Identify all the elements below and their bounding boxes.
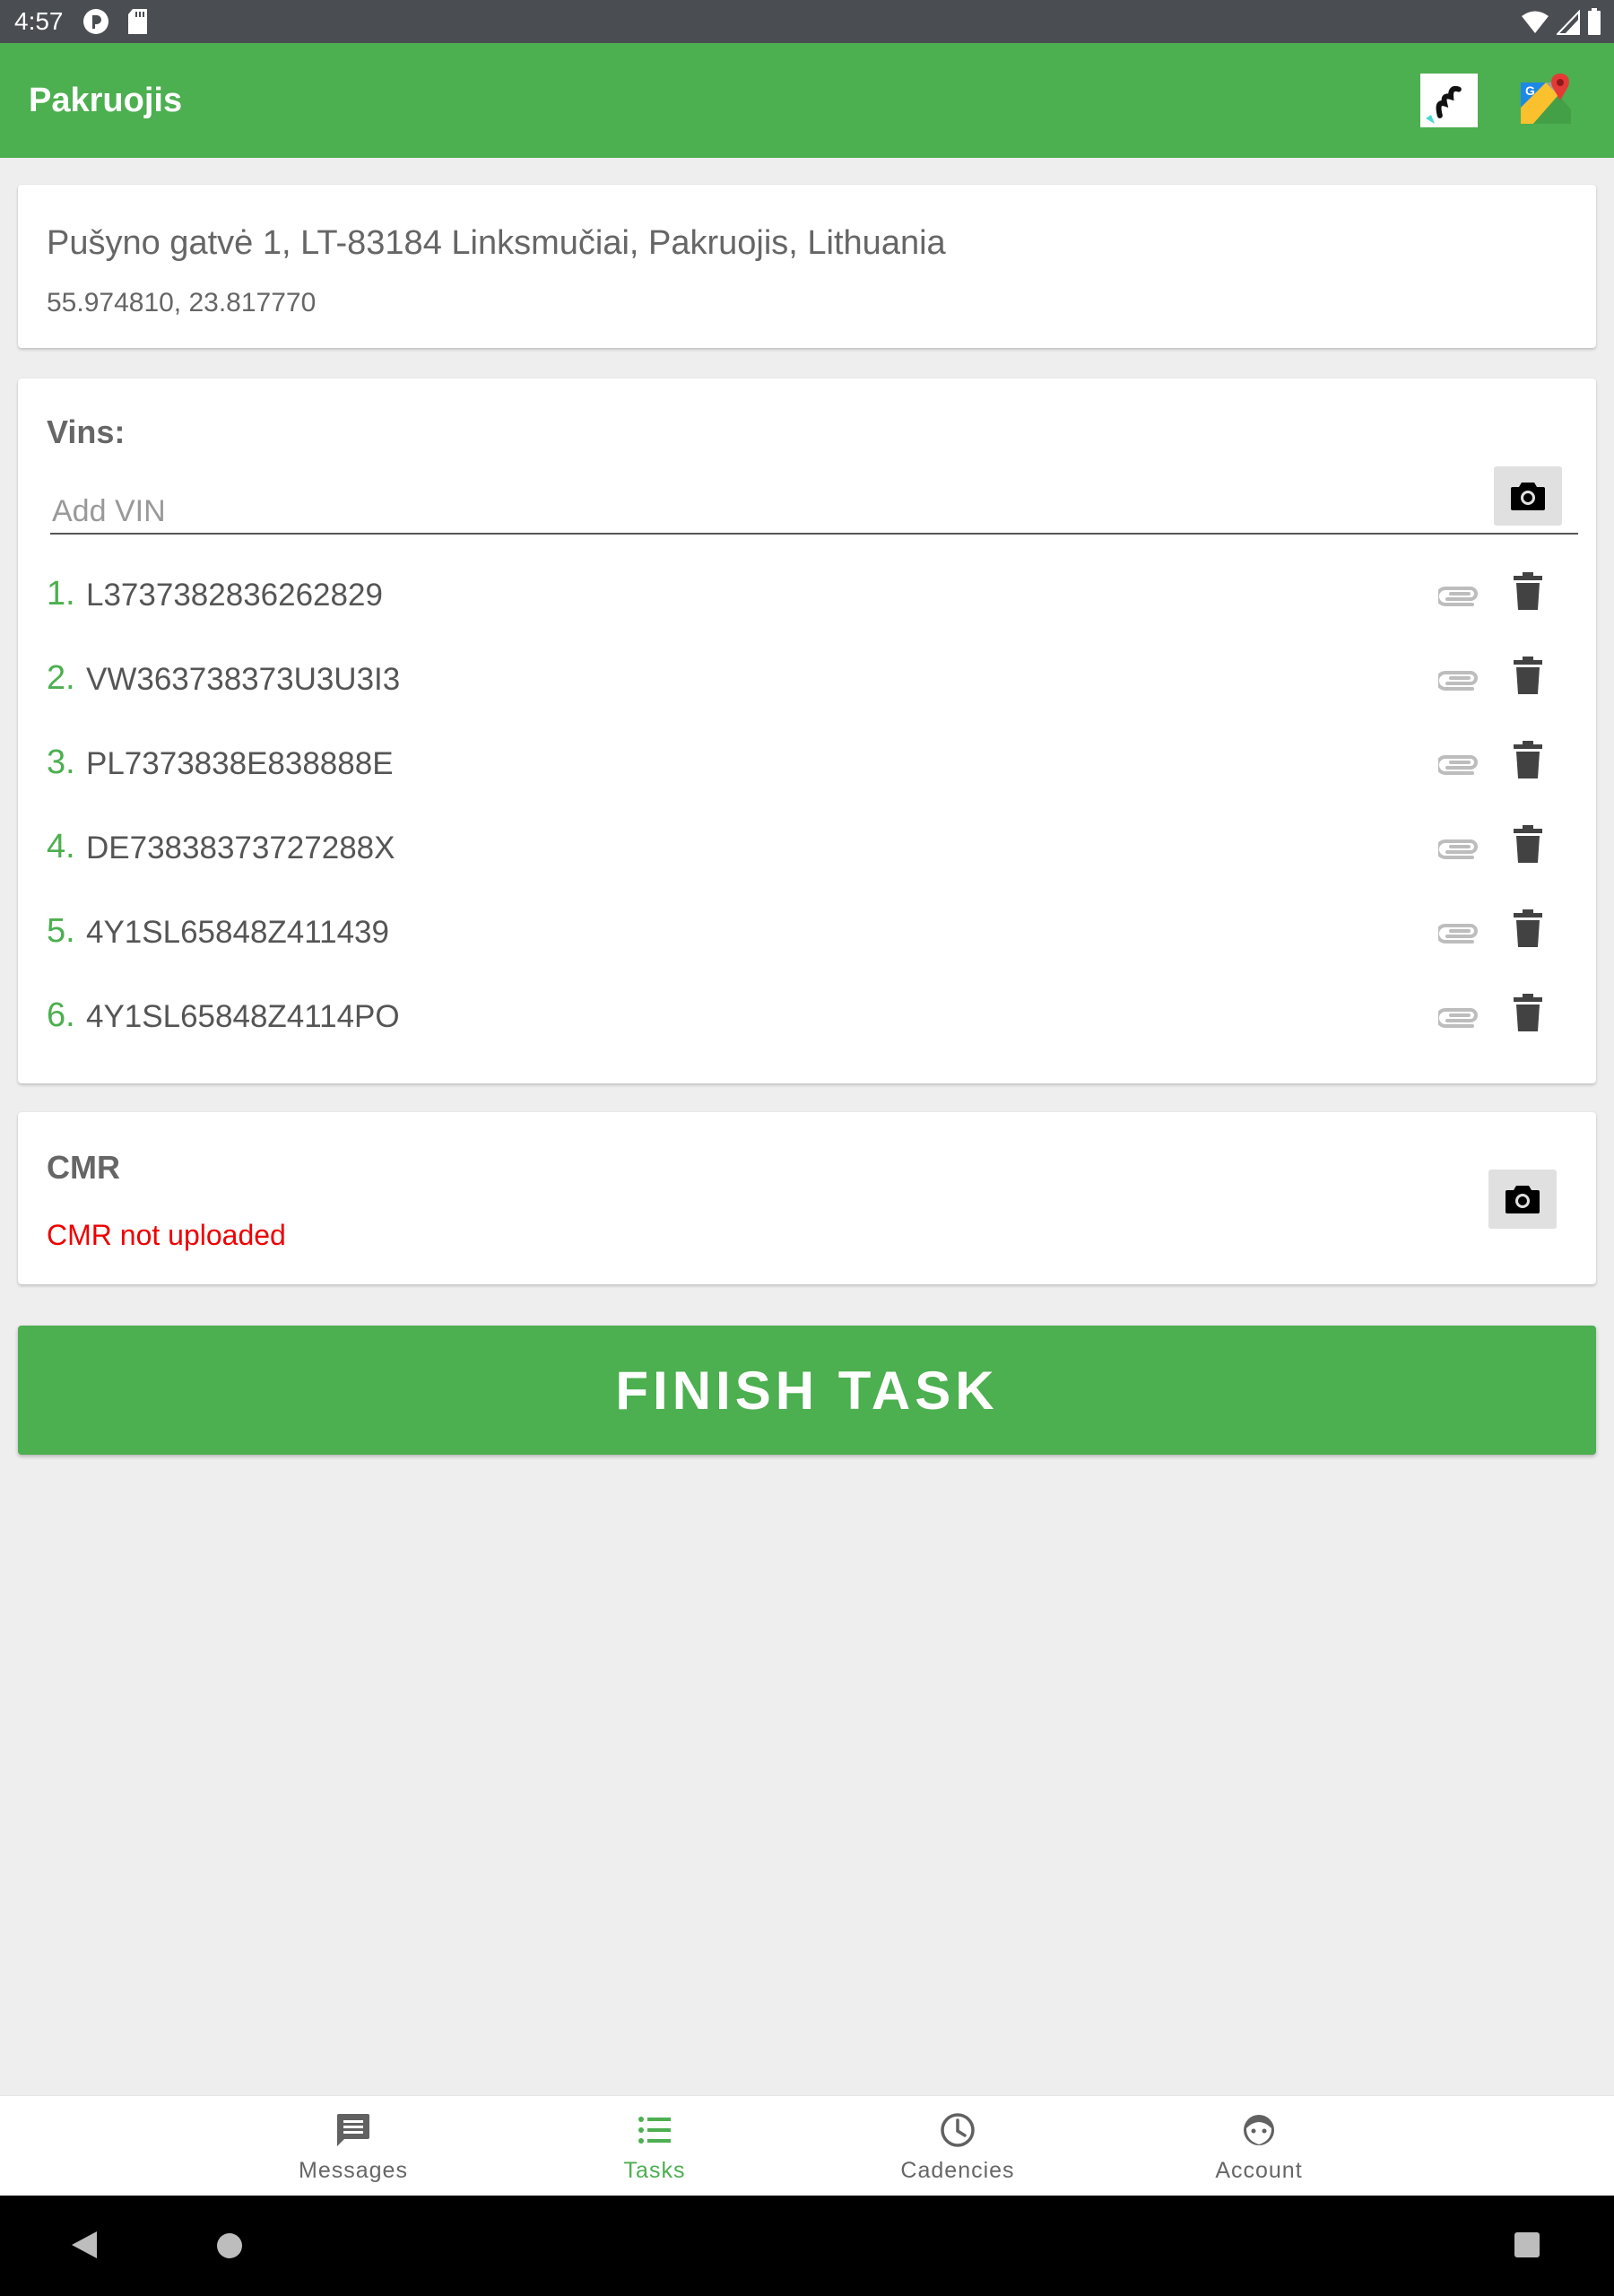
vin-code: L3737382836262829 xyxy=(86,578,383,613)
vin-number: 4. xyxy=(47,828,75,865)
home-icon[interactable] xyxy=(215,2231,244,2260)
vin-list-item: 4. DE73838373727288X xyxy=(18,807,1596,891)
cell-signal-icon xyxy=(1557,10,1580,35)
address-card: Pušyno gatvė 1, LT-83184 Linksmučiai, Pa… xyxy=(18,185,1596,348)
cmr-card: CMR CMR not uploaded xyxy=(18,1112,1596,1284)
nav-item-tasks[interactable]: Tasks xyxy=(565,2096,744,2196)
scan-vin-camera-button[interactable] xyxy=(1494,466,1562,526)
wifi-icon xyxy=(1522,11,1549,33)
list-icon xyxy=(638,2117,671,2144)
nav-label-messages: Messages xyxy=(299,2158,408,2183)
vin-list-item: 3. PL7373838E838888E xyxy=(18,723,1596,807)
clock-icon xyxy=(941,2113,975,2147)
address-coordinates: 55.974810, 23.817770 xyxy=(47,288,317,317)
vin-number: 3. xyxy=(47,744,75,781)
app-bar: Pakruojis G xyxy=(0,43,1614,158)
bottom-navigation: Messages Tasks Cadencies Account xyxy=(0,2095,1614,2196)
vin-number: 6. xyxy=(47,996,75,1034)
vin-code: PL7373838E838888E xyxy=(86,746,394,781)
camera-icon xyxy=(1506,1186,1540,1213)
delete-icon[interactable] xyxy=(1510,739,1546,780)
vin-code: 4Y1SL65848Z411439 xyxy=(86,915,389,950)
notification-app-icon xyxy=(83,9,108,34)
attachment-icon[interactable] xyxy=(1438,911,1480,952)
nav-item-messages[interactable]: Messages xyxy=(264,2096,443,2196)
nav-label-account: Account xyxy=(1215,2158,1303,2183)
vins-card: Vins: 1. L3737382836262829 2. VW36373837… xyxy=(18,378,1596,1083)
vin-number: 2. xyxy=(47,659,75,697)
page-title: Pakruojis xyxy=(29,82,183,119)
vin-list-item: 1. L3737382836262829 xyxy=(18,554,1596,639)
delete-icon[interactable] xyxy=(1510,570,1546,612)
face-icon xyxy=(1244,2115,1274,2145)
attachment-icon[interactable] xyxy=(1438,658,1480,700)
attachment-icon[interactable] xyxy=(1438,574,1480,615)
nav-label-cadencies: Cadencies xyxy=(900,2158,1015,2183)
here-maps-icon[interactable] xyxy=(1420,74,1478,127)
vin-code: VW363738373U3U3I3 xyxy=(86,662,401,697)
vin-code: DE73838373727288X xyxy=(86,831,395,865)
battery-icon xyxy=(1588,8,1601,35)
vins-title: Vins: xyxy=(47,413,126,450)
vin-list-item: 5. 4Y1SL65848Z411439 xyxy=(18,891,1596,976)
cmr-title: CMR xyxy=(47,1149,120,1186)
vin-list: 1. L3737382836262829 2. VW363738373U3U3I… xyxy=(18,554,1596,1060)
attachment-icon[interactable] xyxy=(1438,996,1480,1037)
attachment-icon[interactable] xyxy=(1438,743,1480,784)
google-maps-icon[interactable]: G xyxy=(1519,74,1573,127)
nav-item-cadencies[interactable]: Cadencies xyxy=(868,2096,1047,2196)
delete-icon[interactable] xyxy=(1510,992,1546,1033)
delete-icon[interactable] xyxy=(1510,908,1546,949)
sd-card-icon xyxy=(128,9,147,34)
finish-task-button[interactable]: FINISH TASK xyxy=(18,1326,1596,1455)
add-vin-input[interactable] xyxy=(52,486,1476,536)
vin-input-underline xyxy=(50,533,1578,535)
system-navigation-bar xyxy=(0,2196,1614,2296)
delete-icon[interactable] xyxy=(1510,823,1546,865)
vin-number: 1. xyxy=(47,575,75,613)
vin-code: 4Y1SL65848Z4114PO xyxy=(86,999,400,1034)
cmr-status: CMR not uploaded xyxy=(47,1219,286,1251)
back-icon[interactable] xyxy=(70,2230,99,2260)
message-icon xyxy=(337,2114,369,2146)
nav-item-account[interactable]: Account xyxy=(1169,2096,1349,2196)
attachment-icon[interactable] xyxy=(1438,827,1480,868)
vin-number: 5. xyxy=(47,912,75,950)
camera-icon xyxy=(1511,483,1545,510)
recents-icon[interactable] xyxy=(1514,2231,1540,2258)
address-line: Pušyno gatvė 1, LT-83184 Linksmučiai, Pa… xyxy=(47,224,946,262)
vin-list-item: 2. VW363738373U3U3I3 xyxy=(18,639,1596,723)
nav-label-tasks: Tasks xyxy=(623,2158,686,2183)
svg-text:G: G xyxy=(1525,83,1535,98)
status-bar: 4:57 xyxy=(0,0,1614,43)
vin-list-item: 6. 4Y1SL65848Z4114PO xyxy=(18,976,1596,1060)
upload-cmr-camera-button[interactable] xyxy=(1488,1170,1557,1229)
delete-icon[interactable] xyxy=(1510,655,1546,696)
status-time: 4:57 xyxy=(14,7,64,35)
